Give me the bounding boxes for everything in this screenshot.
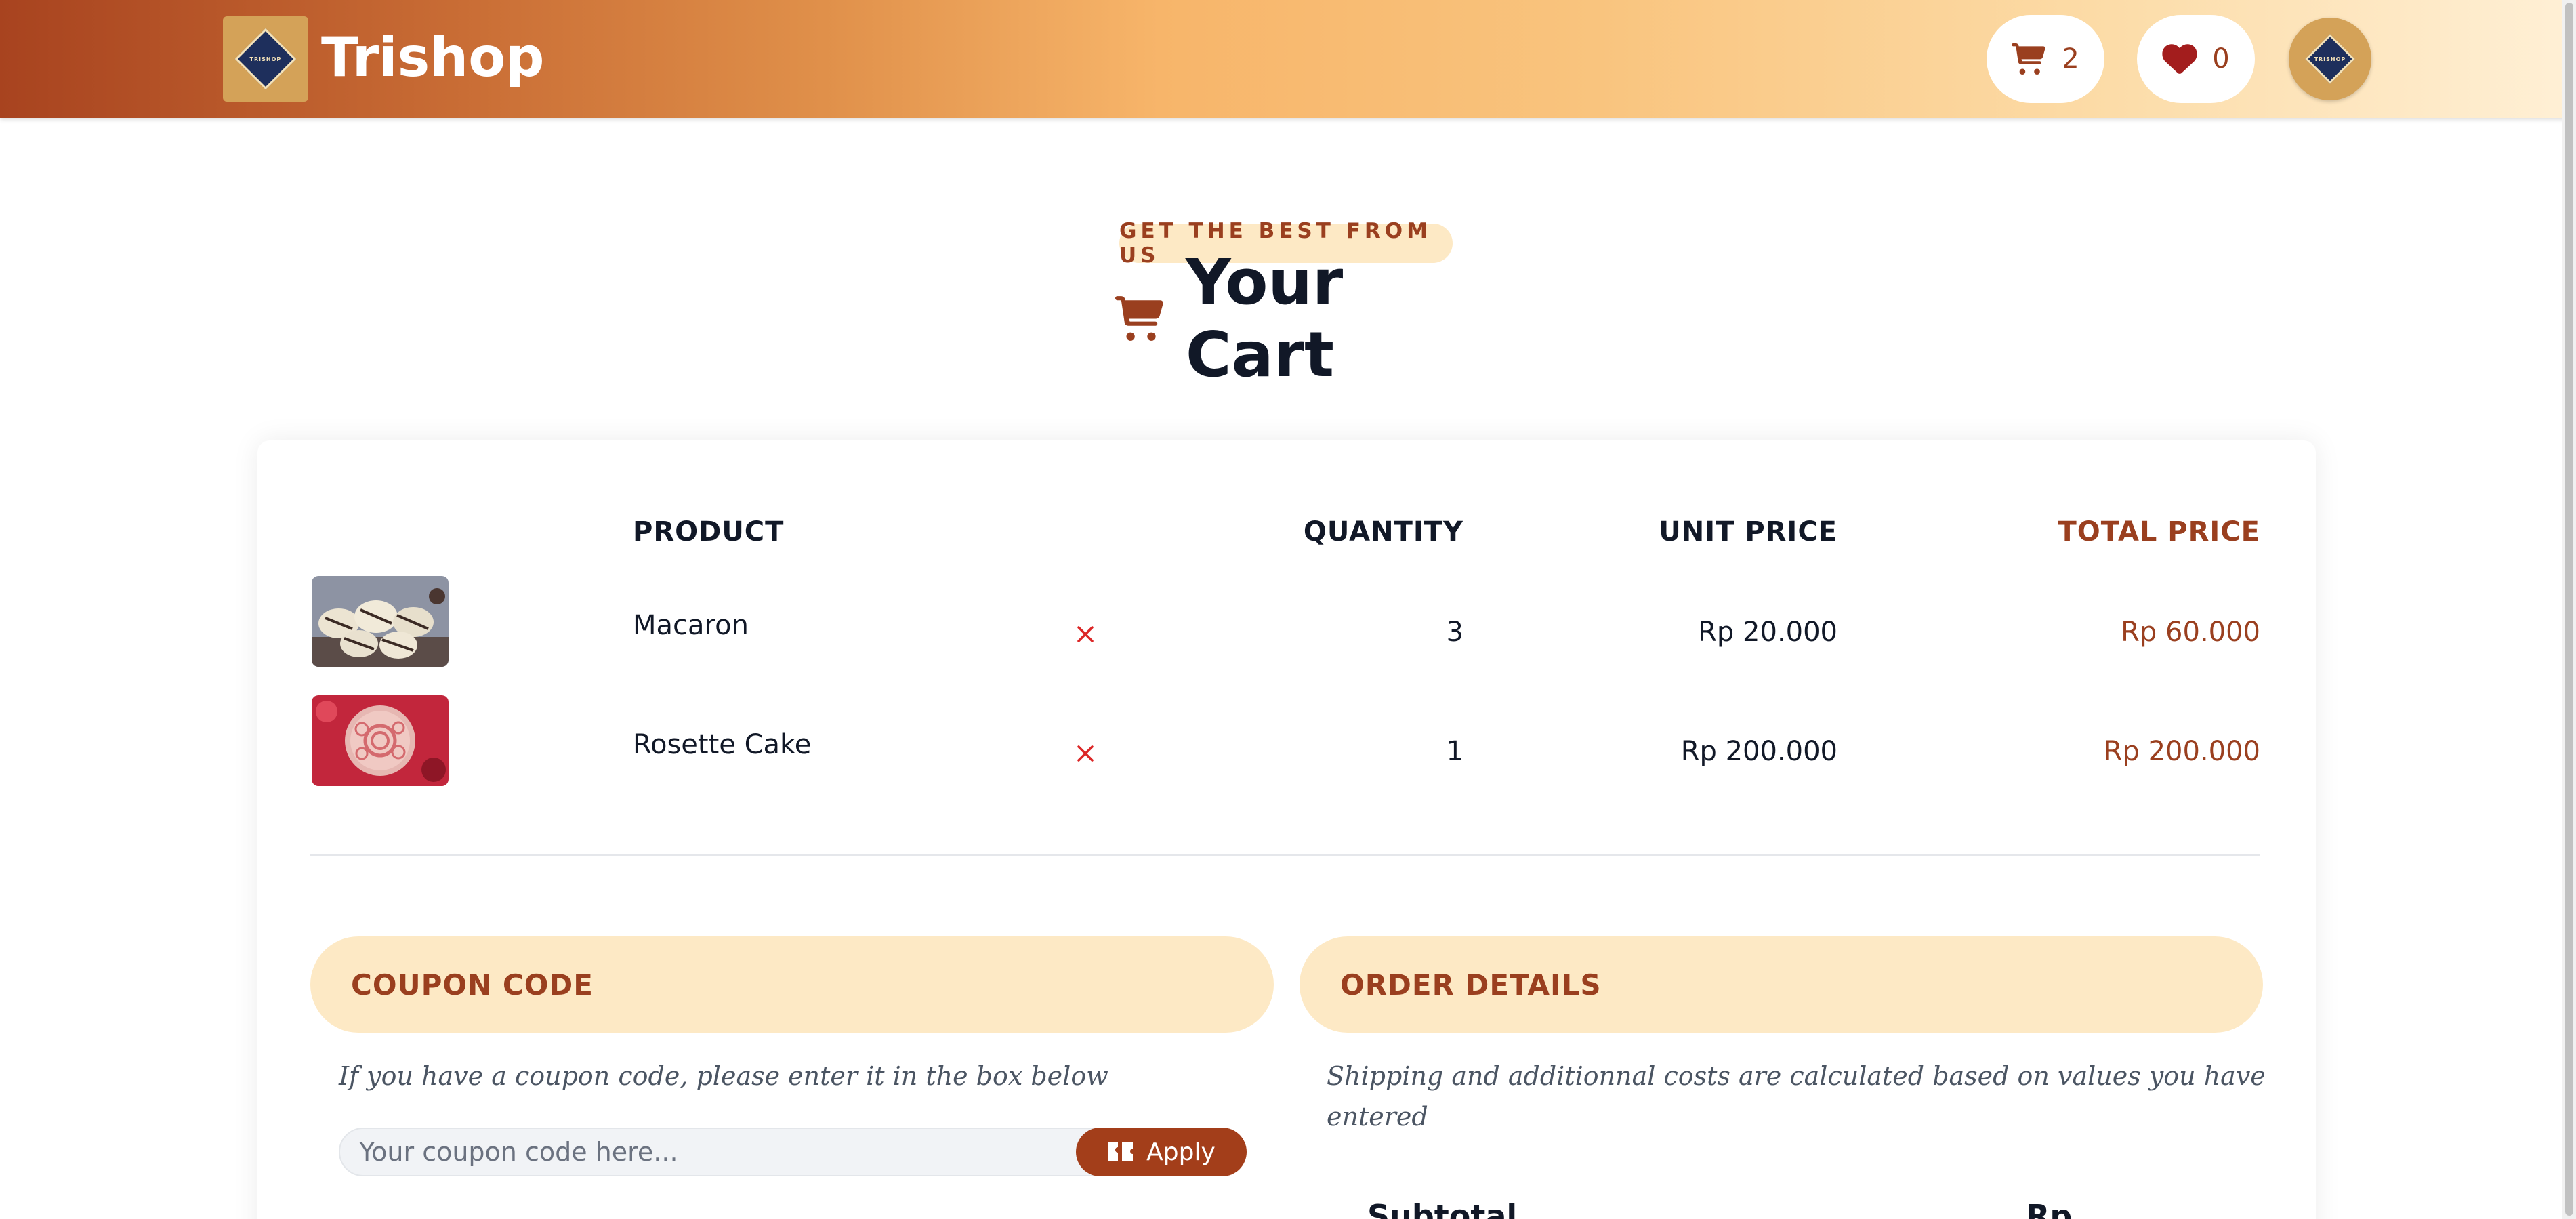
subtotal-value: Rp bbox=[2026, 1198, 2073, 1219]
close-icon bbox=[1077, 626, 1094, 642]
column-header-product: PRODUCT bbox=[633, 516, 785, 547]
top-navbar: TRISHOP Trishop 2 0 TRISHOP bbox=[0, 0, 2576, 118]
cart-button[interactable]: 2 bbox=[1987, 15, 2104, 103]
cart-item-name[interactable]: Rosette Cake bbox=[633, 729, 811, 760]
wishlist-button[interactable]: 0 bbox=[2137, 15, 2255, 103]
coupon-input[interactable] bbox=[359, 1129, 1064, 1175]
wishlist-count: 0 bbox=[2212, 43, 2230, 75]
cart-icon bbox=[1115, 296, 1163, 341]
macaron-photo bbox=[312, 576, 449, 667]
coupon-form: Apply bbox=[339, 1128, 1247, 1176]
product-image-rosette-cake[interactable] bbox=[312, 695, 449, 786]
order-details-heading: ORDER DETAILS bbox=[1300, 936, 2263, 1033]
cart-item-unit-price: Rp 200.000 bbox=[1680, 736, 1837, 767]
remove-item-button[interactable] bbox=[1072, 621, 1099, 648]
page-title: Your Cart bbox=[1115, 246, 1468, 391]
logo-text: TRISHOP bbox=[249, 56, 282, 62]
ticket-icon bbox=[1108, 1142, 1134, 1161]
cart-item-total-price: Rp 200.000 bbox=[2103, 736, 2260, 767]
cart-item-unit-price: Rp 20.000 bbox=[1698, 617, 1837, 648]
cart-item-quantity[interactable]: 3 bbox=[1220, 617, 1463, 648]
scrollbar-thumb[interactable] bbox=[2565, 3, 2573, 1216]
subtotal-label: Subtotal bbox=[1367, 1198, 1518, 1219]
apply-label: Apply bbox=[1146, 1138, 1216, 1166]
cart-item-total-price: Rp 60.000 bbox=[2121, 617, 2260, 648]
coupon-hint: If you have a coupon code, please enter … bbox=[339, 1061, 1108, 1091]
column-header-unit-price: UNIT PRICE bbox=[1659, 516, 1837, 547]
close-icon bbox=[1077, 745, 1094, 762]
avatar-text: TRISHOP bbox=[2314, 56, 2346, 62]
rosette-cake-photo bbox=[312, 695, 449, 786]
logo-diamond: TRISHOP bbox=[234, 28, 297, 90]
apply-coupon-button[interactable]: Apply bbox=[1076, 1128, 1247, 1176]
order-details-hint: Shipping and additionnal costs are calcu… bbox=[1327, 1061, 2266, 1132]
column-header-quantity: QUANTITY bbox=[1303, 516, 1463, 547]
divider bbox=[310, 854, 2260, 856]
page-title-text: Your Cart bbox=[1186, 246, 1344, 391]
coupon-section-heading: COUPON CODE bbox=[310, 936, 1274, 1033]
cart-icon bbox=[2012, 43, 2045, 75]
cart-count: 2 bbox=[2062, 43, 2079, 75]
cart-item-name[interactable]: Macaron bbox=[633, 610, 749, 641]
logo[interactable]: TRISHOP bbox=[223, 16, 308, 102]
brand-name[interactable]: Trishop bbox=[321, 27, 544, 88]
column-header-total-price: TOTAL PRICE bbox=[2058, 516, 2260, 547]
avatar-logo: TRISHOP bbox=[2305, 34, 2355, 84]
avatar[interactable]: TRISHOP bbox=[2289, 18, 2371, 100]
product-image-macaron[interactable] bbox=[312, 576, 449, 667]
cart-item-quantity[interactable]: 1 bbox=[1220, 736, 1463, 767]
remove-item-button[interactable] bbox=[1072, 740, 1099, 767]
heart-icon bbox=[2162, 44, 2197, 74]
